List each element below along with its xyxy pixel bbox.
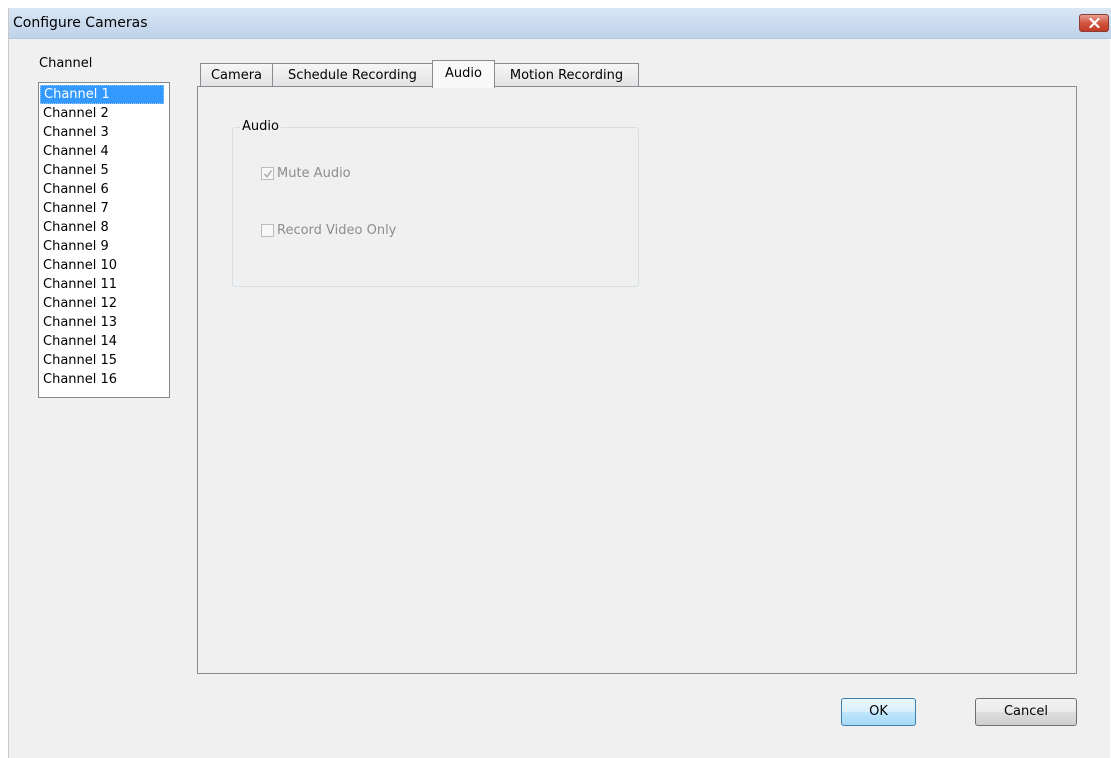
channel-list-item[interactable]: Channel 2 <box>40 104 168 123</box>
mute-audio-checkbox[interactable] <box>261 166 274 180</box>
close-button[interactable] <box>1079 14 1109 32</box>
ok-button[interactable]: OK <box>841 698 916 726</box>
record-video-only-checkbox-row[interactable]: Record Video Only <box>261 222 396 238</box>
record-video-only-label: Record Video Only <box>277 222 397 238</box>
channel-list-item[interactable]: Channel 15 <box>40 351 168 370</box>
channel-label: Channel <box>39 56 93 71</box>
channel-list-item[interactable]: Channel 12 <box>40 294 168 313</box>
audio-tab-panel: Audio Mute Audio Record Video Only <box>197 86 1077 674</box>
close-icon <box>1089 18 1100 28</box>
audio-groupbox: Audio Mute Audio Record Video Only <box>232 119 639 287</box>
checkmark-icon <box>263 169 273 178</box>
channel-list-item[interactable]: Channel 16 <box>40 370 168 389</box>
tab-motion-recording[interactable]: Motion Recording <box>494 63 639 87</box>
channel-listbox[interactable]: Channel 1 Channel 2 Channel 3 Channel 4 … <box>38 82 170 398</box>
channel-list-item[interactable]: Channel 4 <box>40 142 168 161</box>
title-bar: Configure Cameras <box>9 8 1111 39</box>
record-video-only-checkbox[interactable] <box>261 223 274 237</box>
configure-cameras-dialog: Configure Cameras Channel Channel 1 Chan… <box>8 8 1111 758</box>
channel-list-item[interactable]: Channel 5 <box>40 161 168 180</box>
channel-list-item[interactable]: Channel 1 <box>40 85 164 104</box>
cancel-button[interactable]: Cancel <box>975 698 1077 726</box>
channel-list-item[interactable]: Channel 8 <box>40 218 168 237</box>
channel-list-item[interactable]: Channel 11 <box>40 275 168 294</box>
tab-audio[interactable]: Audio <box>432 60 495 88</box>
channel-list-item[interactable]: Channel 13 <box>40 313 168 332</box>
channel-list-item[interactable]: Channel 3 <box>40 123 168 142</box>
audio-group-title: Audio <box>240 119 281 134</box>
channel-list-item[interactable]: Channel 6 <box>40 180 168 199</box>
channel-list-item[interactable]: Channel 10 <box>40 256 168 275</box>
mute-audio-checkbox-row[interactable]: Mute Audio <box>261 165 351 181</box>
tab-camera[interactable]: Camera <box>200 63 273 87</box>
mute-audio-label: Mute Audio <box>277 165 351 181</box>
channel-list-item[interactable]: Channel 9 <box>40 237 168 256</box>
channel-list-item[interactable]: Channel 14 <box>40 332 168 351</box>
window-title: Configure Cameras <box>13 15 148 31</box>
tab-schedule-recording[interactable]: Schedule Recording <box>272 63 433 87</box>
channel-list-item[interactable]: Channel 7 <box>40 199 168 218</box>
